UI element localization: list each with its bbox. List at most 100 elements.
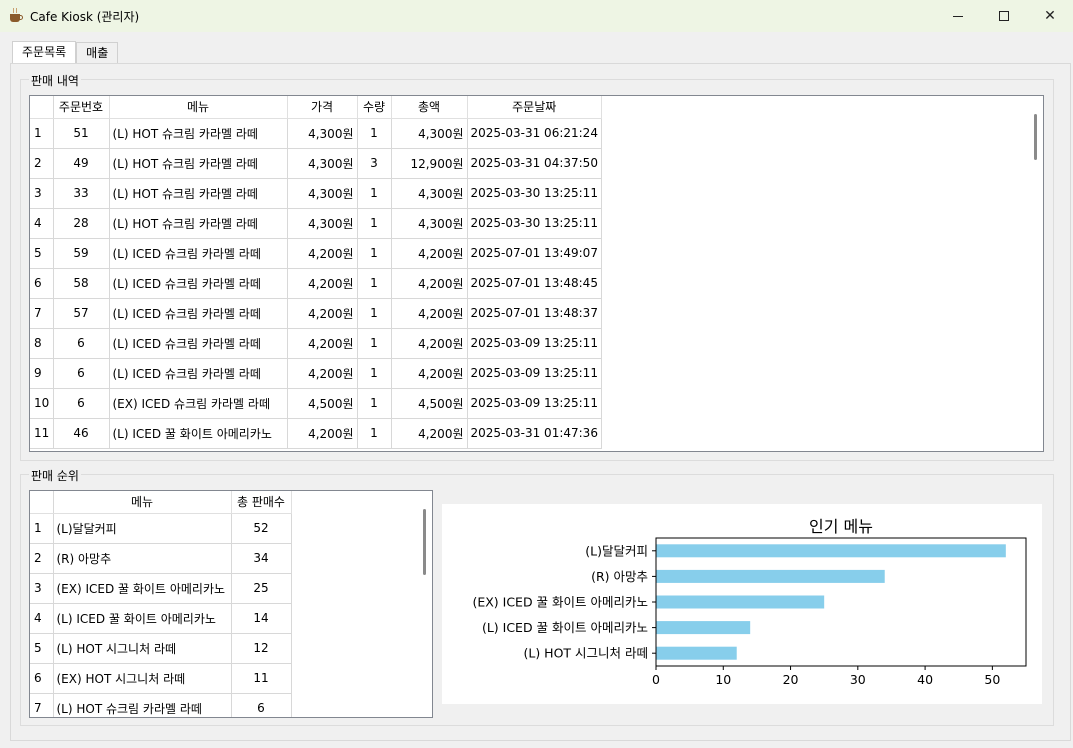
menu-cell[interactable]: (L) HOT 슈크림 카라멜 라떼 bbox=[109, 118, 288, 149]
column-header[interactable]: 수량 bbox=[357, 96, 392, 119]
maximize-button[interactable] bbox=[981, 0, 1027, 32]
order-id-cell[interactable]: 57 bbox=[53, 298, 110, 329]
row-number-cell[interactable]: 4 bbox=[30, 208, 54, 239]
price-cell[interactable]: 4,300원 bbox=[287, 118, 358, 149]
menu-cell[interactable]: (L) ICED 슈크림 카라멜 라떼 bbox=[109, 358, 288, 389]
menu-cell[interactable]: (L) HOT 슈크림 카라멜 라떼 bbox=[53, 693, 232, 717]
row-number-cell[interactable]: 10 bbox=[30, 388, 54, 419]
row-number-cell[interactable]: 4 bbox=[30, 603, 54, 634]
order-date-cell[interactable]: 2025-03-31 04:37:50 bbox=[467, 148, 602, 179]
row-number-cell[interactable]: 2 bbox=[30, 148, 54, 179]
price-cell[interactable]: 4,200원 bbox=[287, 418, 358, 449]
row-number-cell[interactable]: 7 bbox=[30, 693, 54, 717]
menu-cell[interactable]: (L) HOT 시그니처 라떼 bbox=[53, 633, 232, 664]
table-row[interactable]: 6 (EX) HOT 시그니처 라떼 11 bbox=[30, 663, 292, 694]
row-number-cell[interactable]: 3 bbox=[30, 178, 54, 209]
table-row[interactable]: 1 51 (L) HOT 슈크림 카라멜 라떼 4,300원 1 4,300원 2025-0… bbox=[30, 118, 602, 149]
quantity-cell[interactable]: 1 bbox=[357, 358, 392, 389]
total-cell[interactable]: 4,300원 bbox=[391, 178, 468, 209]
menu-cell[interactable]: (EX) HOT 시그니처 라떼 bbox=[53, 663, 232, 694]
quantity-cell[interactable]: 1 bbox=[357, 268, 392, 299]
minimize-button[interactable] bbox=[935, 0, 981, 32]
menu-cell[interactable]: (L) HOT 슈크림 카라멜 라떼 bbox=[109, 178, 288, 209]
quantity-cell[interactable]: 1 bbox=[357, 298, 392, 329]
price-cell[interactable]: 4,200원 bbox=[287, 358, 358, 389]
menu-cell[interactable]: (L) HOT 슈크림 카라멜 라떼 bbox=[109, 148, 288, 179]
total-sold-cell[interactable]: 11 bbox=[231, 663, 292, 694]
total-cell[interactable]: 4,200원 bbox=[391, 298, 468, 329]
order-id-cell[interactable]: 46 bbox=[53, 418, 110, 449]
menu-cell[interactable]: (EX) ICED 꿀 화이트 아메리카노 bbox=[53, 573, 232, 604]
total-cell[interactable]: 4,300원 bbox=[391, 118, 468, 149]
order-date-cell[interactable]: 2025-07-01 13:49:07 bbox=[467, 238, 602, 269]
tab-order-list[interactable]: 주문목록 bbox=[12, 41, 77, 63]
table-row[interactable]: 5 59 (L) ICED 슈크림 카라멜 라떼 4,200원 1 4,200원 2025-… bbox=[30, 238, 602, 269]
quantity-cell[interactable]: 1 bbox=[357, 328, 392, 359]
table-row[interactable]: 3 33 (L) HOT 슈크림 카라멜 라떼 4,300원 1 4,300원 2025-0… bbox=[30, 178, 602, 209]
row-number-cell[interactable]: 6 bbox=[30, 268, 54, 299]
menu-cell[interactable]: (L) ICED 슈크림 카라멜 라떼 bbox=[109, 238, 288, 269]
order-date-cell[interactable]: 2025-03-31 01:47:36 bbox=[467, 418, 602, 449]
order-date-cell[interactable]: 2025-03-09 13:25:11 bbox=[467, 328, 602, 359]
table-row[interactable]: 6 58 (L) ICED 슈크림 카라멜 라떼 4,200원 1 4,200원 2025-… bbox=[30, 268, 602, 299]
quantity-cell[interactable]: 1 bbox=[357, 388, 392, 419]
menu-cell[interactable]: (L)달달커피 bbox=[53, 513, 232, 544]
total-cell[interactable]: 4,200원 bbox=[391, 418, 468, 449]
total-sold-cell[interactable]: 52 bbox=[231, 513, 292, 544]
order-date-cell[interactable]: 2025-03-31 06:21:24 bbox=[467, 118, 602, 149]
menu-cell[interactable]: (R) 아망추 bbox=[53, 543, 232, 574]
scroll-thumb[interactable] bbox=[423, 509, 426, 575]
quantity-cell[interactable]: 1 bbox=[357, 118, 392, 149]
total-cell[interactable]: 4,200원 bbox=[391, 328, 468, 359]
order-id-cell[interactable]: 6 bbox=[53, 328, 110, 359]
price-cell[interactable]: 4,300원 bbox=[287, 208, 358, 239]
price-cell[interactable]: 4,500원 bbox=[287, 388, 358, 419]
order-date-cell[interactable]: 2025-03-30 13:25:11 bbox=[467, 178, 602, 209]
table-row[interactable]: 2 49 (L) HOT 슈크림 카라멜 라떼 4,300원 3 12,900원 2025-… bbox=[30, 148, 602, 179]
total-sold-cell[interactable]: 34 bbox=[231, 543, 292, 574]
table-row[interactable]: 1 (L)달달커피 52 bbox=[30, 513, 292, 544]
total-sold-cell[interactable]: 25 bbox=[231, 573, 292, 604]
table-row[interactable]: 3 (EX) ICED 꿀 화이트 아메리카노 25 bbox=[30, 573, 292, 604]
sales-history-grid[interactable]: 주문번호 메뉴 가격 수량 총액 주문날짜 1 51 (L) HOT 슈크림 카라멜… bbox=[29, 95, 1044, 452]
total-cell[interactable]: 4,300원 bbox=[391, 208, 468, 239]
table-row[interactable]: 7 57 (L) ICED 슈크림 카라멜 라떼 4,200원 1 4,200원 2025-… bbox=[30, 298, 602, 329]
table-row[interactable]: 5 (L) HOT 시그니처 라떼 12 bbox=[30, 633, 292, 664]
row-number-cell[interactable]: 5 bbox=[30, 633, 54, 664]
price-cell[interactable]: 4,300원 bbox=[287, 148, 358, 179]
column-header[interactable]: 총액 bbox=[391, 96, 468, 119]
order-date-cell[interactable]: 2025-03-09 13:25:11 bbox=[467, 388, 602, 419]
total-sold-cell[interactable]: 6 bbox=[231, 693, 292, 717]
price-cell[interactable]: 4,200원 bbox=[287, 298, 358, 329]
row-number-cell[interactable]: 9 bbox=[30, 358, 54, 389]
quantity-cell[interactable]: 1 bbox=[357, 178, 392, 209]
row-number-cell[interactable]: 3 bbox=[30, 573, 54, 604]
order-id-cell[interactable]: 6 bbox=[53, 388, 110, 419]
column-header[interactable]: 주문번호 bbox=[53, 96, 110, 119]
row-number-cell[interactable]: 1 bbox=[30, 118, 54, 149]
row-number-cell[interactable]: 8 bbox=[30, 328, 54, 359]
order-id-cell[interactable]: 51 bbox=[53, 118, 110, 149]
row-number-cell[interactable]: 1 bbox=[30, 513, 54, 544]
row-number-cell[interactable]: 6 bbox=[30, 663, 54, 694]
menu-cell[interactable]: (L) ICED 슈크림 카라멜 라떼 bbox=[109, 328, 288, 359]
row-number-cell[interactable]: 11 bbox=[30, 418, 54, 449]
table-row[interactable]: 2 (R) 아망추 34 bbox=[30, 543, 292, 574]
price-cell[interactable]: 4,200원 bbox=[287, 328, 358, 359]
close-button[interactable]: ✕ bbox=[1027, 0, 1073, 32]
table-row[interactable]: 7 (L) HOT 슈크림 카라멜 라떼 6 bbox=[30, 693, 292, 717]
order-date-cell[interactable]: 2025-07-01 13:48:37 bbox=[467, 298, 602, 329]
column-header[interactable]: 메뉴 bbox=[53, 491, 232, 514]
total-sold-cell[interactable]: 14 bbox=[231, 603, 292, 634]
order-id-cell[interactable]: 49 bbox=[53, 148, 110, 179]
order-date-cell[interactable]: 2025-07-01 13:48:45 bbox=[467, 268, 602, 299]
row-number-cell[interactable]: 2 bbox=[30, 543, 54, 574]
menu-cell[interactable]: (L) ICED 꿀 화이트 아메리카노 bbox=[109, 418, 288, 449]
price-cell[interactable]: 4,200원 bbox=[287, 238, 358, 269]
order-id-cell[interactable]: 58 bbox=[53, 268, 110, 299]
menu-cell[interactable]: (L) HOT 슈크림 카라멜 라떼 bbox=[109, 208, 288, 239]
order-date-cell[interactable]: 2025-03-09 13:25:11 bbox=[467, 358, 602, 389]
vertical-scrollbar[interactable] bbox=[1029, 96, 1043, 451]
scroll-thumb[interactable] bbox=[1034, 114, 1037, 160]
table-row[interactable]: 9 6 (L) ICED 슈크림 카라멜 라떼 4,200원 1 4,200원 2025-0… bbox=[30, 358, 602, 389]
